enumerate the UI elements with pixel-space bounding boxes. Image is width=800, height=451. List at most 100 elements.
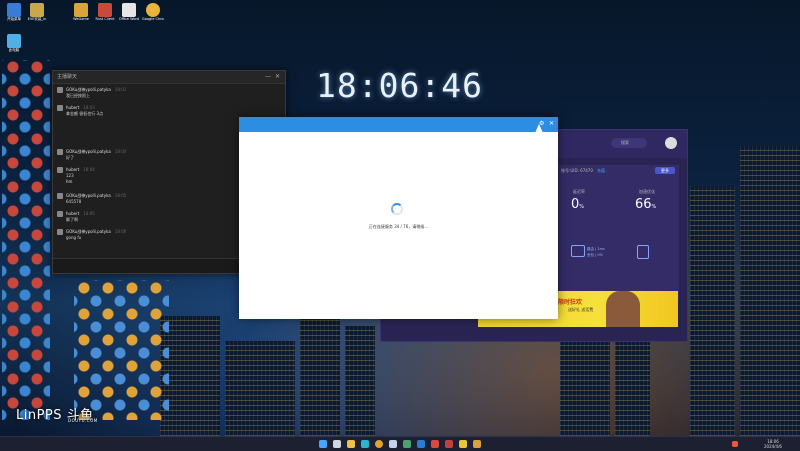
chat-text: 解了啊	[66, 217, 78, 222]
uid-text: 账号:UID: 67470	[561, 168, 593, 173]
stat-unit: %	[651, 204, 657, 210]
loading-dialog: ⚙ ✕ 正在连接服务 34 / 76，请稍候...	[239, 117, 558, 319]
windows-start-icon[interactable]	[319, 440, 327, 448]
stats-panel: 账号:UID: 67470 充值 更多 延迟率 0% 加速优化 66% 路由 |…	[559, 165, 679, 301]
desktop-icon-label: Rust Client	[95, 17, 115, 21]
chat-text: gong fu	[66, 235, 82, 240]
chat-time: 18:03	[83, 105, 95, 110]
character-image	[606, 291, 640, 327]
stat-value: 0%	[571, 197, 584, 212]
recharge-link[interactable]: 充值	[597, 168, 605, 174]
close-icon[interactable]: ✕	[549, 120, 554, 127]
mouse-cursor-icon	[535, 124, 543, 133]
banner-title: 限时狂欢	[558, 299, 583, 306]
desktop-icon[interactable]: WeGame	[70, 3, 92, 21]
app-icon	[146, 3, 160, 17]
chat-title: 主播聊天	[57, 74, 78, 80]
chat-time: 18:05	[114, 193, 127, 198]
chat-username: hubert	[66, 211, 80, 216]
desktop-wallpaper: 18:06:46 开始菜单 EVE安装_in WeGame Rust Clien…	[0, 0, 800, 436]
watermark-sub: DOUYU.COM	[68, 418, 98, 423]
stat-unit: %	[579, 204, 585, 210]
wallpaper-building	[345, 326, 375, 436]
chat-text: 645578	[66, 199, 82, 204]
loading-spinner-icon	[391, 203, 403, 215]
loading-status: 正在连接服务 34 / 76，请稍候...	[368, 224, 429, 229]
more-button[interactable]: 更多	[655, 167, 675, 174]
chat-time: 18:04	[83, 167, 95, 172]
desktop-icon[interactable]: 此电脑	[3, 34, 25, 52]
loss-label: 丢包 | 0%	[587, 253, 603, 257]
app-icon-1[interactable]	[403, 440, 411, 448]
avatar	[57, 229, 63, 235]
avatar	[57, 87, 63, 93]
avatar	[57, 149, 63, 155]
steam-icon[interactable]	[389, 440, 397, 448]
desktop-icon-label: Google Chrome	[142, 17, 164, 21]
stat-number: 66	[635, 197, 652, 212]
chat-text: 拿金额 很低也行 3点	[66, 111, 104, 116]
desktop-icon[interactable]: Google Chrome	[142, 3, 164, 21]
wallpaper-building	[160, 316, 220, 436]
chat-username: hubert	[66, 167, 80, 172]
chat-time: 18:04	[114, 149, 127, 154]
search-input[interactable]: 搜索	[611, 138, 647, 148]
router-label: 路由 | 2ms	[587, 247, 605, 251]
desktop-icon-grid	[74, 280, 169, 420]
stream-watermark: LinPPS 斗鱼 DOUYU.COM	[16, 404, 97, 423]
chat-username: GOKu战神ypolli.patyka	[66, 229, 111, 234]
wallpaper-building	[225, 341, 295, 436]
app-icon	[30, 3, 44, 17]
stat-label: 加速优化	[639, 189, 655, 194]
desktop-icon-label: 此电脑	[8, 48, 20, 52]
search-icon[interactable]	[333, 440, 341, 448]
stat-value: 66%	[635, 197, 656, 212]
chat-username: GOKu战神ypolli.patyka	[66, 193, 111, 198]
chat-text: 123	[66, 173, 74, 178]
chrome-icon[interactable]	[375, 440, 383, 448]
chat-text: 好了	[66, 155, 74, 160]
desktop-icon-label: WeGame	[73, 17, 89, 21]
avatar	[57, 211, 63, 217]
wallpaper-building	[690, 186, 735, 436]
desktop-clock: 18:06:46	[316, 66, 483, 105]
app-icon	[74, 3, 88, 17]
wallpaper-building	[740, 146, 800, 436]
avatar[interactable]	[665, 137, 677, 149]
desktop-icon-label: EVE安装_in	[27, 17, 47, 21]
app-icon	[122, 3, 136, 17]
app-icon-6[interactable]	[473, 440, 481, 448]
desktop-icon[interactable]: EVE安装_in	[26, 3, 48, 21]
taskbar: 18:06 2024/4/6	[0, 436, 800, 451]
chat-time: 18:01	[114, 87, 127, 92]
file-explorer-icon[interactable]	[347, 440, 355, 448]
edge-icon[interactable]	[361, 440, 369, 448]
app-icon-5[interactable]	[459, 440, 467, 448]
desktop-icon-label: Office Word	[118, 17, 140, 21]
avatar	[57, 167, 63, 173]
chat-time: 18:05	[83, 211, 95, 216]
chat-username: GOKu战神ypolli.patyka	[66, 149, 111, 154]
banner-subtitle: 送好礼 送话费	[568, 307, 594, 312]
list-icon	[637, 245, 649, 259]
chat-time: 18:06	[114, 229, 127, 234]
chat-username: GOKu战神ypolli.patyka	[66, 87, 111, 92]
router-icon	[571, 245, 585, 257]
taskbar-clock[interactable]: 18:06 2024/4/6	[764, 439, 782, 449]
app-icon	[98, 3, 112, 17]
chat-text: hm	[66, 179, 73, 184]
app-icon-2[interactable]	[417, 440, 425, 448]
app-icon-4[interactable]	[445, 440, 453, 448]
minimize-icon[interactable]: —	[265, 73, 271, 80]
dialog-title-bar: ⚙ ✕	[239, 117, 558, 132]
desktop-icon[interactable]: 开始菜单	[3, 3, 25, 21]
desktop-icon[interactable]: Office Word	[118, 3, 140, 21]
close-icon[interactable]: ✕	[275, 73, 280, 80]
app-icon-3[interactable]	[431, 440, 439, 448]
desktop-icon[interactable]: Rust Client	[94, 3, 116, 21]
avatar	[57, 193, 63, 199]
chat-text: 我已经按照上	[66, 93, 90, 98]
tray-icon[interactable]	[732, 441, 738, 447]
desktop-icon-label: 开始菜单	[7, 17, 21, 21]
chat-title-bar: 主播聊天 — ✕	[53, 71, 285, 84]
